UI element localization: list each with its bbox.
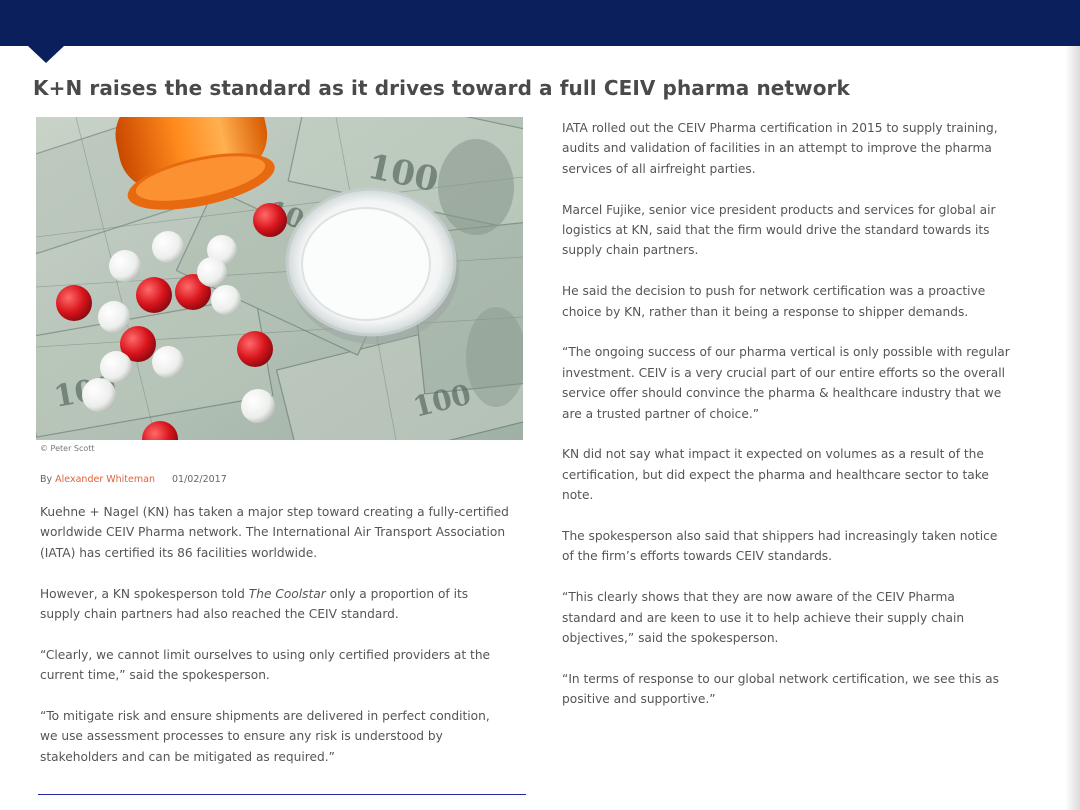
paragraph: IATA rolled out the CEIV Pharma certific… bbox=[562, 121, 998, 176]
byline: By Alexander Whiteman 01/02/2017 bbox=[40, 474, 227, 485]
bottom-divider bbox=[38, 794, 526, 795]
paragraph: “The ongoing success of our pharma verti… bbox=[562, 345, 1010, 421]
byline-prefix: By bbox=[40, 474, 53, 485]
paragraph: “This clearly shows that they are now aw… bbox=[562, 590, 965, 646]
paragraph: KN did not say what impact it expected o… bbox=[562, 447, 989, 503]
top-banner bbox=[0, 0, 1080, 46]
article-hero-image: 100 100 100 100 bbox=[36, 117, 523, 440]
author-link[interactable]: Alexander Whiteman bbox=[55, 474, 155, 485]
paragraph: “Clearly, we cannot limit ourselves to u… bbox=[40, 647, 491, 683]
publish-date: 01/02/2017 bbox=[172, 474, 227, 485]
article-title: K+N raises the standard as it drives tow… bbox=[33, 76, 850, 100]
paragraph: “In terms of response to our global netw… bbox=[562, 671, 999, 707]
paragraph: The spokesperson also said that shippers… bbox=[562, 529, 998, 564]
paragraph-text: However, a KN spokesperson told bbox=[40, 586, 249, 601]
pills-on-money-illustration: 100 100 100 100 bbox=[36, 117, 523, 440]
paragraph: Kuehne + Nagel (KN) has taken a major st… bbox=[40, 505, 509, 560]
paragraph: Marcel Fujike, senior vice president pro… bbox=[562, 202, 996, 258]
article-body-right: IATA rolled out the CEIV Pharma certific… bbox=[562, 118, 1010, 730]
article-body-left: Kuehne + Nagel (KN) has taken a major st… bbox=[40, 502, 510, 788]
page-edge-shadow bbox=[1065, 46, 1080, 810]
header-pointer-triangle-icon bbox=[28, 46, 64, 63]
image-caption: © Peter Scott bbox=[40, 444, 95, 453]
publication-name: The Coolstar bbox=[248, 586, 326, 601]
paragraph: He said the decision to push for network… bbox=[562, 284, 986, 319]
paragraph: “To mitigate risk and ensure shipments a… bbox=[40, 709, 490, 764]
paragraph: However, a KN spokesperson told The Cool… bbox=[40, 584, 510, 625]
